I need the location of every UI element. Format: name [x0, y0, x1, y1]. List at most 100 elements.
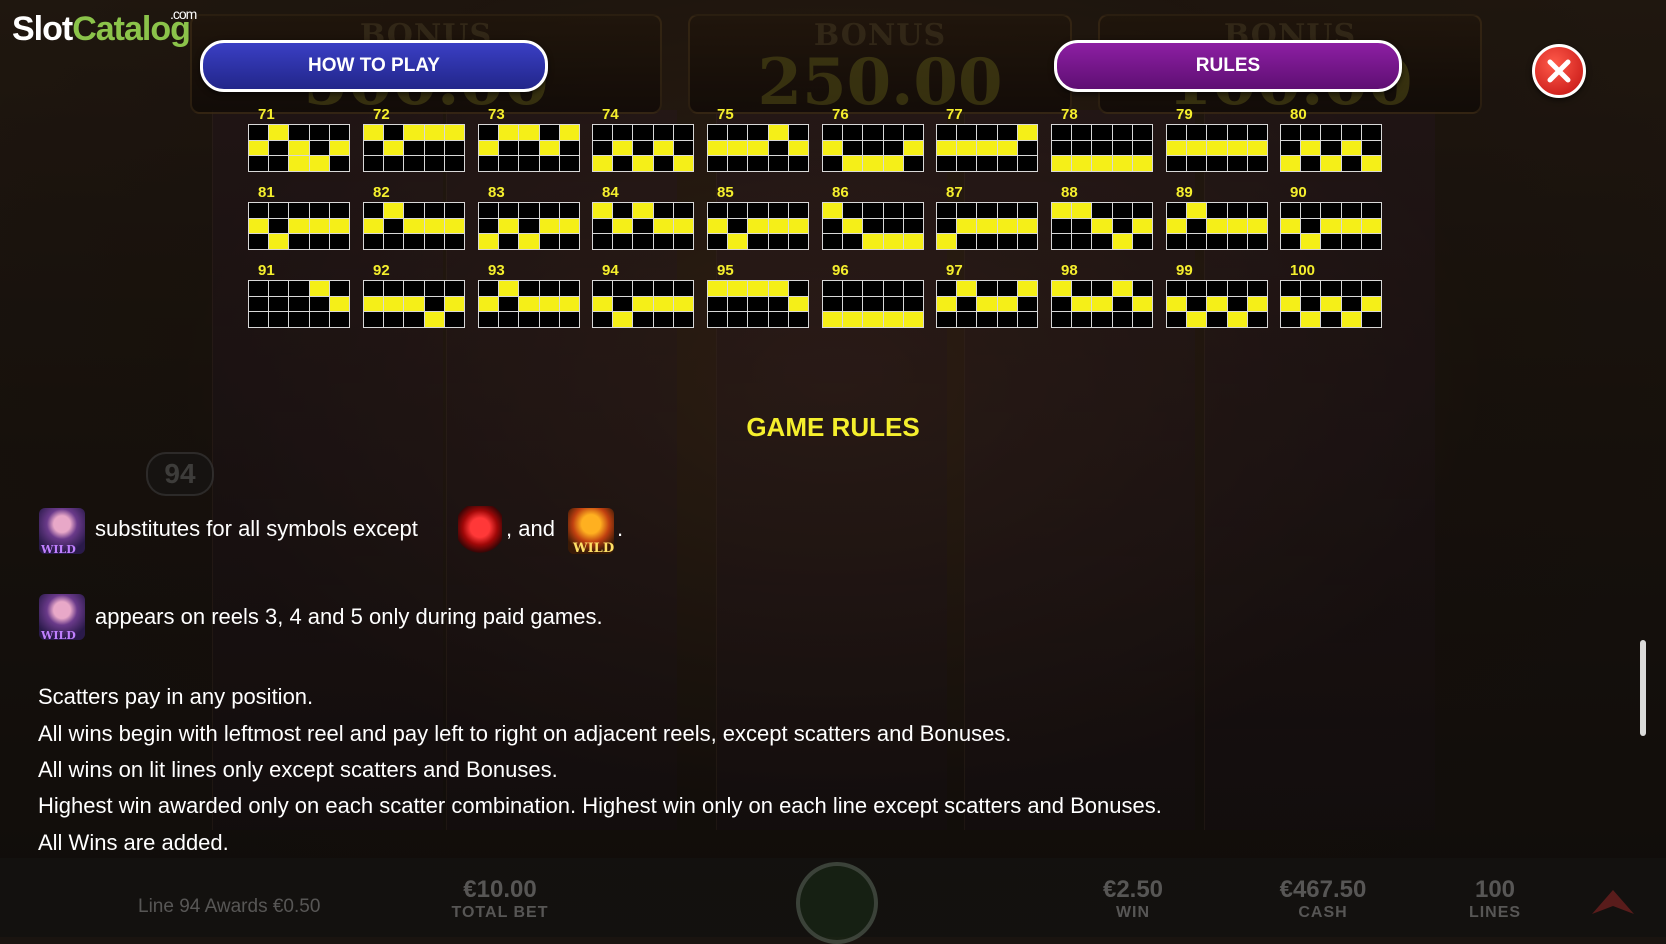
payline-cell	[559, 234, 579, 249]
payline-cell-lit	[1227, 140, 1247, 156]
payline-cell	[289, 234, 309, 249]
payline-cell	[1052, 234, 1072, 249]
payline-cell	[1247, 125, 1267, 140]
payline-cell	[768, 296, 788, 312]
payline-grid	[1051, 202, 1153, 250]
payline-cell-lit	[883, 156, 903, 171]
payline-cell	[937, 125, 957, 140]
payline-cell	[1361, 203, 1381, 218]
payline-cell-lit	[1301, 312, 1321, 327]
payline-cell	[1187, 296, 1207, 312]
payline-cell-lit	[539, 296, 559, 312]
payline-cell-lit	[559, 296, 579, 312]
payline-grid	[707, 124, 809, 172]
how-to-play-button[interactable]: HOW TO PLAY	[200, 40, 548, 92]
payline-cell-lit	[1072, 203, 1092, 218]
payline-cell	[903, 156, 923, 171]
payline-cell	[1052, 312, 1072, 327]
payline-cell	[329, 156, 349, 171]
payline-cell	[1112, 218, 1132, 234]
lines-display[interactable]: 100 LINES	[1440, 876, 1550, 922]
payline-cell	[708, 156, 728, 171]
payline-cell	[1301, 203, 1321, 218]
payline-cell-lit	[269, 234, 289, 249]
payline-cell-lit	[539, 140, 559, 156]
payline-cell	[1361, 140, 1381, 156]
payline-cell	[937, 218, 957, 234]
payline-cell	[1281, 234, 1301, 249]
payline-cell-lit	[997, 140, 1017, 156]
payline-cell	[289, 296, 309, 312]
payline-cell	[957, 312, 977, 327]
payline-cell	[1281, 125, 1301, 140]
payline-cell-lit	[1072, 156, 1092, 171]
payline-cell	[559, 203, 579, 218]
payline-cell	[1187, 281, 1207, 296]
logo-suffix: .com	[170, 6, 197, 22]
payline-cell	[653, 234, 673, 249]
payline-cell-lit	[499, 281, 519, 296]
payline-cell-lit	[1321, 296, 1341, 312]
payline-cell	[653, 203, 673, 218]
payline-cell	[539, 156, 559, 171]
payline-grid	[936, 280, 1038, 328]
payline-cell	[1017, 156, 1037, 171]
payline-cell-lit	[748, 281, 768, 296]
payline-cell	[559, 140, 579, 156]
payline-cell-lit	[957, 140, 977, 156]
payline-cell	[249, 234, 269, 249]
payline-cell	[1072, 234, 1092, 249]
payline-cell-lit	[384, 203, 404, 218]
payline-cell	[788, 234, 808, 249]
close-button[interactable]	[1532, 44, 1586, 98]
payline-grid	[478, 280, 580, 328]
payline-cell-lit	[1341, 218, 1361, 234]
payline-cell	[997, 312, 1017, 327]
payline-cell-lit	[728, 281, 748, 296]
payline-cell	[1167, 203, 1187, 218]
payline-grid	[478, 124, 580, 172]
payline-number: 94	[602, 262, 619, 279]
payline-cell	[1207, 125, 1227, 140]
payline-cell-lit	[748, 218, 768, 234]
payline-cell	[519, 281, 539, 296]
payline-cell	[539, 234, 559, 249]
payline-cell-lit	[613, 218, 633, 234]
payline-cell	[1167, 312, 1187, 327]
payline-number: 90	[1290, 184, 1307, 201]
payline-cell-lit	[404, 218, 424, 234]
payline-cell-lit	[1227, 312, 1247, 327]
payline-cell-lit	[329, 218, 349, 234]
payline-cell	[269, 296, 289, 312]
payline-cell	[937, 281, 957, 296]
payline-cell	[364, 140, 384, 156]
total-bet-display[interactable]: €10.00 TOTAL BET	[440, 876, 560, 922]
payline-cell	[863, 203, 883, 218]
rules-button[interactable]: RULES	[1054, 40, 1402, 92]
spin-button-icon[interactable]	[796, 862, 878, 944]
rule-line-2: All wins begin with leftmost reel and pa…	[38, 721, 1012, 746]
payline-cell-lit	[768, 218, 788, 234]
cash-label: CASH	[1298, 904, 1348, 921]
payline-grid	[707, 280, 809, 328]
payline-cell-lit	[593, 156, 613, 171]
payline-cell	[728, 203, 748, 218]
payline-cell-lit	[1361, 218, 1381, 234]
payline-cell	[539, 203, 559, 218]
scrollbar-thumb[interactable]	[1640, 640, 1646, 736]
payline-cell	[613, 234, 633, 249]
payline-cell	[633, 140, 653, 156]
payline-cell	[613, 156, 633, 171]
payline-grid	[592, 124, 694, 172]
payline-cell	[633, 312, 653, 327]
payline-cell	[1112, 140, 1132, 156]
payline-cell	[364, 203, 384, 218]
payline-cell	[1301, 218, 1321, 234]
rose-scatter-icon	[458, 506, 502, 554]
payline-cell	[863, 125, 883, 140]
payline-number: 92	[373, 262, 390, 279]
payline-cell-lit	[1132, 218, 1152, 234]
payline-cell	[1167, 281, 1187, 296]
payline-cell	[977, 125, 997, 140]
payline-cell	[883, 281, 903, 296]
